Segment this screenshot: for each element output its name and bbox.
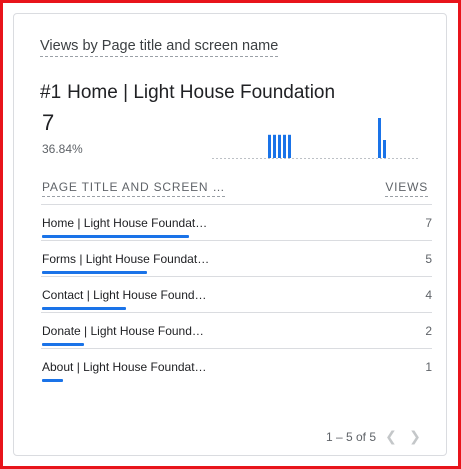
sparkline-bar — [273, 134, 276, 158]
row-views-value: 1 — [425, 360, 432, 374]
row-views-bar — [42, 379, 63, 382]
top-item-rank: #1 — [40, 82, 62, 103]
row-page-title: Home | Light House Foundat… — [42, 216, 208, 230]
row-views-bar — [42, 307, 126, 310]
top-item-value: 7 — [42, 110, 55, 135]
top-item-heading: #1 Home | Light House Foundation — [40, 82, 335, 104]
table-row[interactable]: Forms | Light House Foundat… 5 — [41, 240, 432, 277]
table-row[interactable]: Home | Light House Foundat… 7 — [41, 204, 432, 241]
sparkline-bar — [383, 140, 386, 158]
sparkline-bar — [283, 134, 286, 158]
row-views-value: 7 — [425, 216, 432, 230]
views-card: Views by Page title and screen name #1 Ho… — [13, 13, 447, 456]
row-page-title: Contact | Light House Found… — [42, 288, 207, 302]
table-row[interactable]: Contact | Light House Found… 4 — [41, 276, 432, 313]
row-views-value: 2 — [425, 324, 432, 338]
chevron-left-icon[interactable]: ❮ — [382, 428, 400, 445]
sparkline-chart — [212, 118, 419, 159]
sparkline-bar — [278, 134, 281, 158]
sparkline-bar — [378, 118, 381, 158]
row-views-bar — [42, 271, 147, 274]
row-page-title: About | Light House Foundat… — [42, 360, 207, 374]
top-item-label: Home | Light House Foundation — [67, 82, 336, 103]
chevron-right-icon[interactable]: ❯ — [406, 428, 424, 445]
table-row[interactable]: Donate | Light House Found… 2 — [41, 312, 432, 349]
row-page-title: Forms | Light House Foundat… — [42, 252, 210, 266]
table-row[interactable]: About | Light House Foundat… 1 — [41, 348, 432, 385]
sparkline-bar — [288, 134, 291, 158]
row-views-bar — [42, 235, 189, 238]
row-views-value: 5 — [425, 252, 432, 266]
column-header-page-title[interactable]: PAGE TITLE AND SCREEN … — [42, 180, 226, 197]
sparkline-bar — [268, 134, 271, 158]
pagination-label: 1 – 5 of 5 — [325, 429, 376, 444]
column-header-views[interactable]: VIEWS — [385, 180, 428, 197]
row-page-title: Donate | Light House Found… — [42, 324, 204, 338]
card-title[interactable]: Views by Page title and screen name — [40, 38, 279, 57]
row-views-value: 4 — [425, 288, 432, 302]
pagination: 1 – 5 of 5 ❮ ❯ — [326, 428, 424, 445]
row-views-bar — [42, 343, 84, 346]
top-item-percent: 36.84% — [42, 142, 83, 156]
